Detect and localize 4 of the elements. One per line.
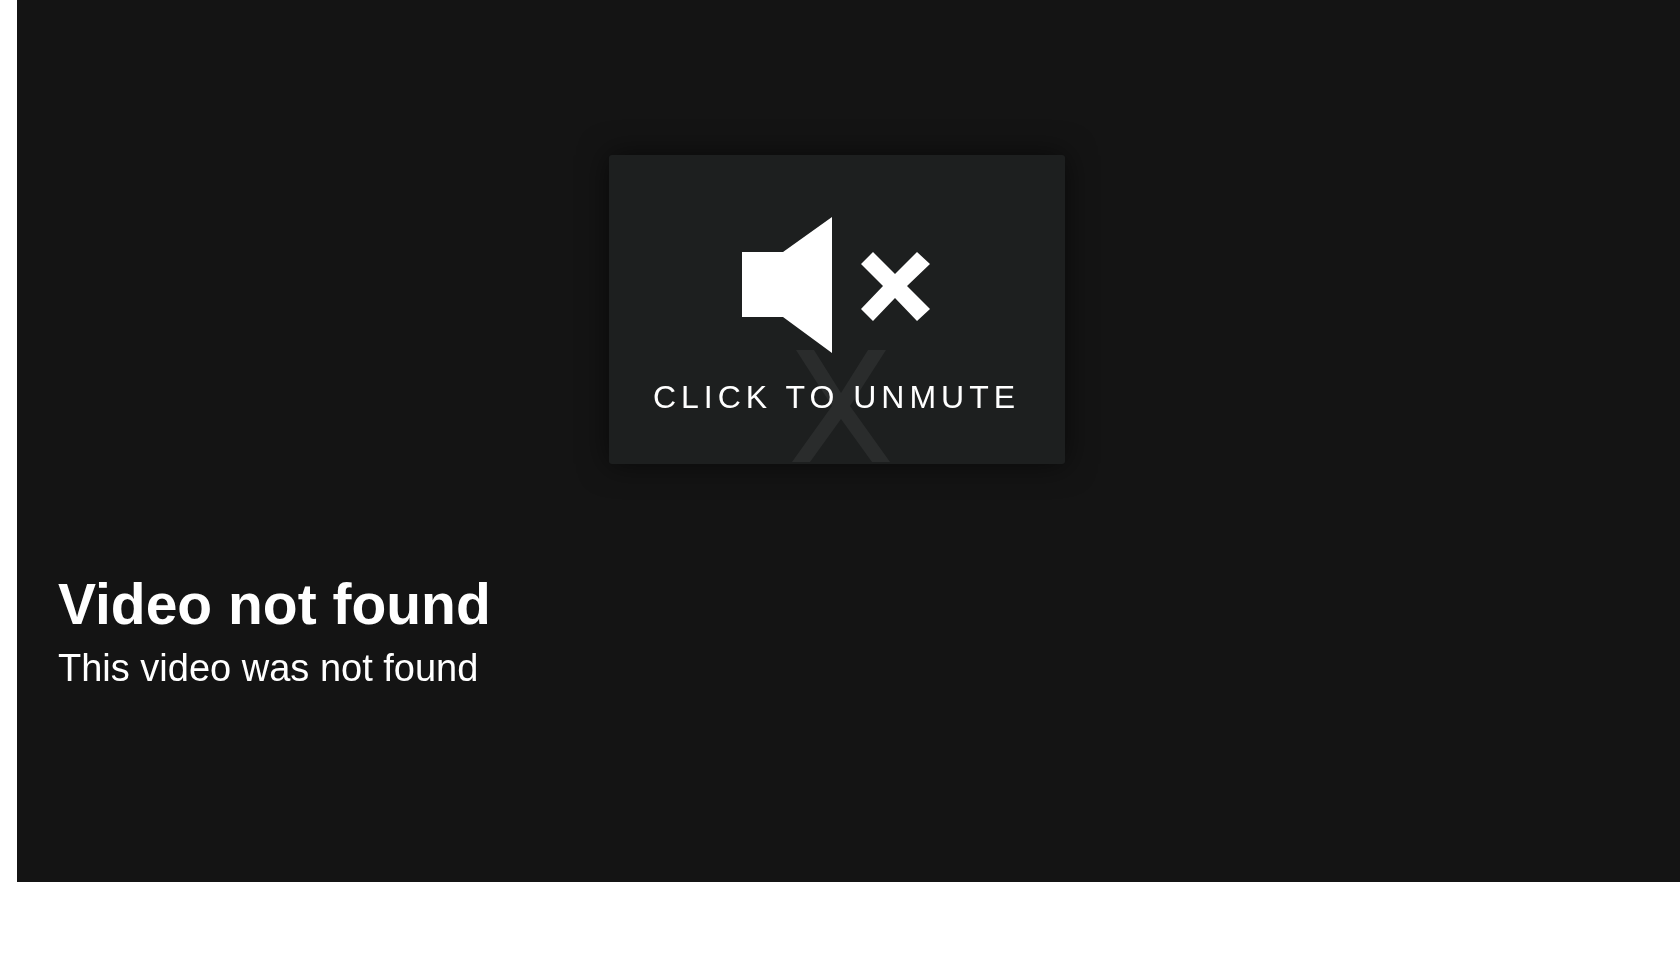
muted-speaker-icon — [741, 217, 932, 353]
error-title: Video not found — [58, 571, 492, 637]
unmute-button[interactable]: CLICK TO UNMUTE — [608, 155, 1065, 464]
error-message: This video was not found — [58, 647, 480, 690]
